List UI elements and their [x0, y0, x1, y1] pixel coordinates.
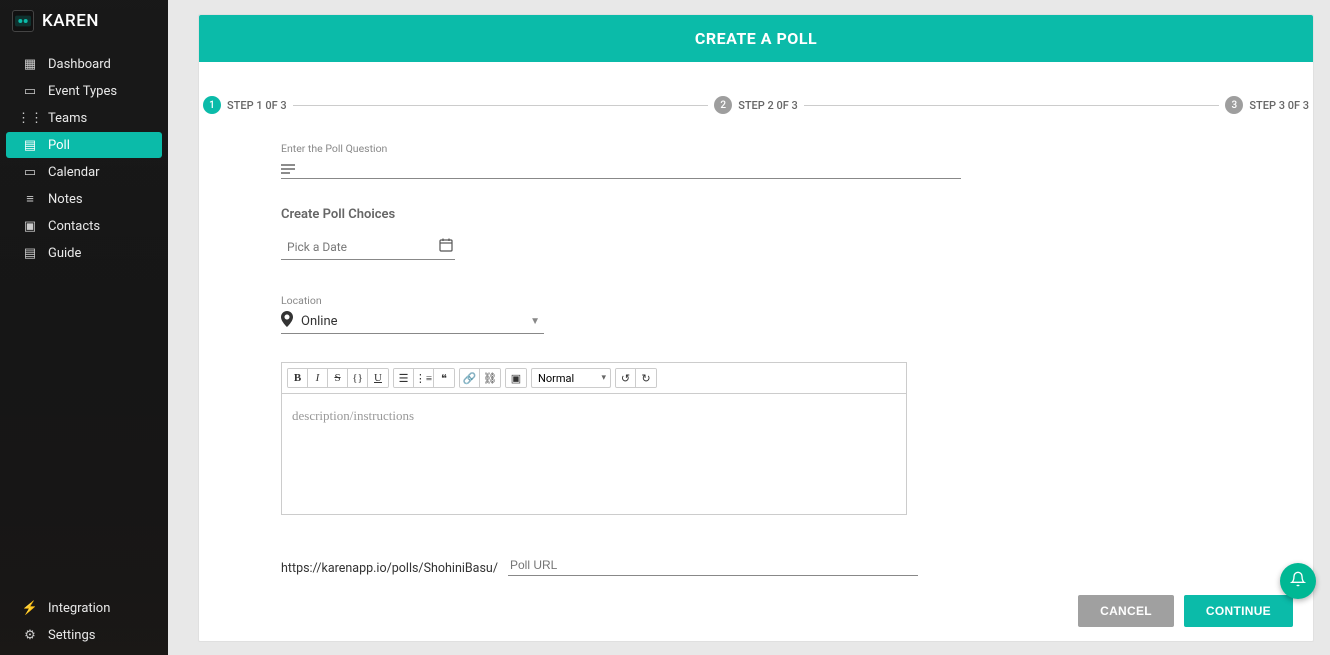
sidebar-item-calendar[interactable]: ▭ Calendar: [6, 159, 162, 185]
ordered-list-button[interactable]: ☰: [394, 369, 414, 387]
step-2[interactable]: 2 STEP 2 0F 3: [714, 96, 798, 114]
step-circle: 3: [1225, 96, 1243, 114]
sidebar: KAREN ▦ Dashboard ▭ Event Types ⋮⋮ Teams…: [0, 0, 168, 655]
sidebar-item-event-types[interactable]: ▭ Event Types: [6, 78, 162, 104]
sidebar-item-label: Guide: [48, 246, 81, 261]
chevron-down-icon: ▼: [530, 316, 540, 327]
sidebar-item-label: Settings: [48, 628, 95, 643]
redo-button[interactable]: ↻: [636, 369, 656, 387]
date-picker[interactable]: Pick a Date: [281, 234, 455, 260]
sidebar-item-settings[interactable]: ⚙ Settings: [6, 622, 162, 648]
underline-button[interactable]: U: [368, 369, 388, 387]
contacts-icon: ▣: [22, 218, 38, 234]
pin-icon: [281, 311, 293, 331]
sidebar-item-integration[interactable]: ⚡ Integration: [6, 595, 162, 621]
sidebar-item-label: Calendar: [48, 165, 100, 180]
step-label: STEP 2 0F 3: [738, 99, 798, 112]
step-line: [804, 105, 1220, 106]
plug-icon: ⚡: [22, 600, 38, 616]
step-label: STEP 3 0F 3: [1249, 99, 1309, 112]
editor-toolbar: B I S {} U ☰ ⋮≡ ❝ 🔗 ⛓: [282, 363, 906, 394]
book-icon: ▤: [22, 245, 38, 261]
sidebar-item-label: Poll: [48, 138, 70, 153]
sidebar-item-label: Dashboard: [48, 57, 111, 72]
step-1[interactable]: 1 STEP 1 0F 3: [203, 96, 287, 114]
step-circle: 1: [203, 96, 221, 114]
page-title: CREATE A POLL: [199, 15, 1313, 62]
form-area: Enter the Poll Question Create Poll Choi…: [199, 142, 1313, 576]
calendar-icon: ▭: [22, 164, 38, 180]
sidebar-item-contacts[interactable]: ▣ Contacts: [6, 213, 162, 239]
sidebar-item-label: Event Types: [48, 84, 117, 99]
strike-button[interactable]: S: [328, 369, 348, 387]
location-label: Location: [281, 294, 1253, 307]
main: CREATE A POLL 1 STEP 1 0F 3 2 STEP 2 0F …: [168, 0, 1330, 655]
stepper: 1 STEP 1 0F 3 2 STEP 2 0F 3 3 STEP 3 0F …: [199, 96, 1313, 114]
url-row: https://karenapp.io/polls/ShohiniBasu/: [281, 555, 1253, 576]
sidebar-item-label: Teams: [48, 111, 87, 126]
unlink-button[interactable]: ⛓: [480, 369, 500, 387]
poll-question-input[interactable]: [281, 157, 961, 179]
gear-icon: ⚙: [22, 627, 38, 643]
poll-url-input[interactable]: [508, 555, 918, 576]
sidebar-item-notes[interactable]: ≡ Notes: [6, 186, 162, 212]
sidebar-item-label: Contacts: [48, 219, 100, 234]
sidebar-item-teams[interactable]: ⋮⋮ Teams: [6, 105, 162, 131]
brand-name: KAREN: [42, 11, 99, 31]
step-line: [293, 105, 709, 106]
calendar-icon: ▭: [22, 83, 38, 99]
editor-body[interactable]: description/instructions: [282, 394, 906, 514]
choices-title: Create Poll Choices: [281, 207, 1253, 222]
heading-select[interactable]: Normal: [531, 368, 611, 388]
question-label: Enter the Poll Question: [281, 142, 1253, 155]
grid-icon: ▦: [22, 56, 38, 72]
bold-button[interactable]: B: [288, 369, 308, 387]
code-button[interactable]: {}: [348, 369, 368, 387]
sidebar-item-poll[interactable]: ▤ Poll: [6, 132, 162, 158]
location-select[interactable]: Online ▼: [281, 309, 544, 334]
sidebar-item-label: Notes: [48, 192, 83, 207]
poll-icon: ▤: [22, 137, 38, 153]
brand-logo-icon: [12, 10, 34, 32]
bell-icon: [1290, 571, 1306, 591]
notes-icon: ≡: [22, 191, 38, 207]
sidebar-item-dashboard[interactable]: ▦ Dashboard: [6, 51, 162, 77]
brand: KAREN: [0, 0, 168, 50]
date-placeholder: Pick a Date: [287, 240, 347, 254]
notification-fab[interactable]: [1280, 563, 1316, 599]
footer-buttons: CANCEL CONTINUE: [1078, 595, 1293, 627]
rich-editor: B I S {} U ☰ ⋮≡ ❝ 🔗 ⛓: [281, 362, 907, 515]
sidebar-item-guide[interactable]: ▤ Guide: [6, 240, 162, 266]
continue-button[interactable]: CONTINUE: [1184, 595, 1293, 627]
url-prefix: https://karenapp.io/polls/ShohiniBasu/: [281, 561, 498, 576]
step-3[interactable]: 3 STEP 3 0F 3: [1225, 96, 1309, 114]
undo-button[interactable]: ↺: [616, 369, 636, 387]
sidebar-item-label: Integration: [48, 601, 110, 616]
unordered-list-button[interactable]: ⋮≡: [414, 369, 434, 387]
quote-button[interactable]: ❝: [434, 369, 454, 387]
italic-button[interactable]: I: [308, 369, 328, 387]
card: CREATE A POLL 1 STEP 1 0F 3 2 STEP 2 0F …: [198, 14, 1314, 642]
cancel-button[interactable]: CANCEL: [1078, 595, 1174, 627]
calendar-icon: [439, 238, 453, 255]
image-button[interactable]: ▣: [506, 369, 526, 387]
step-circle: 2: [714, 96, 732, 114]
heading-value: Normal: [538, 372, 574, 385]
link-button[interactable]: 🔗: [460, 369, 480, 387]
people-icon: ⋮⋮: [22, 110, 38, 126]
step-label: STEP 1 0F 3: [227, 99, 287, 112]
nav-main: ▦ Dashboard ▭ Event Types ⋮⋮ Teams ▤ Pol…: [0, 50, 168, 267]
nav-bottom: ⚡ Integration ⚙ Settings: [0, 594, 168, 655]
location-value: Online: [301, 314, 530, 329]
